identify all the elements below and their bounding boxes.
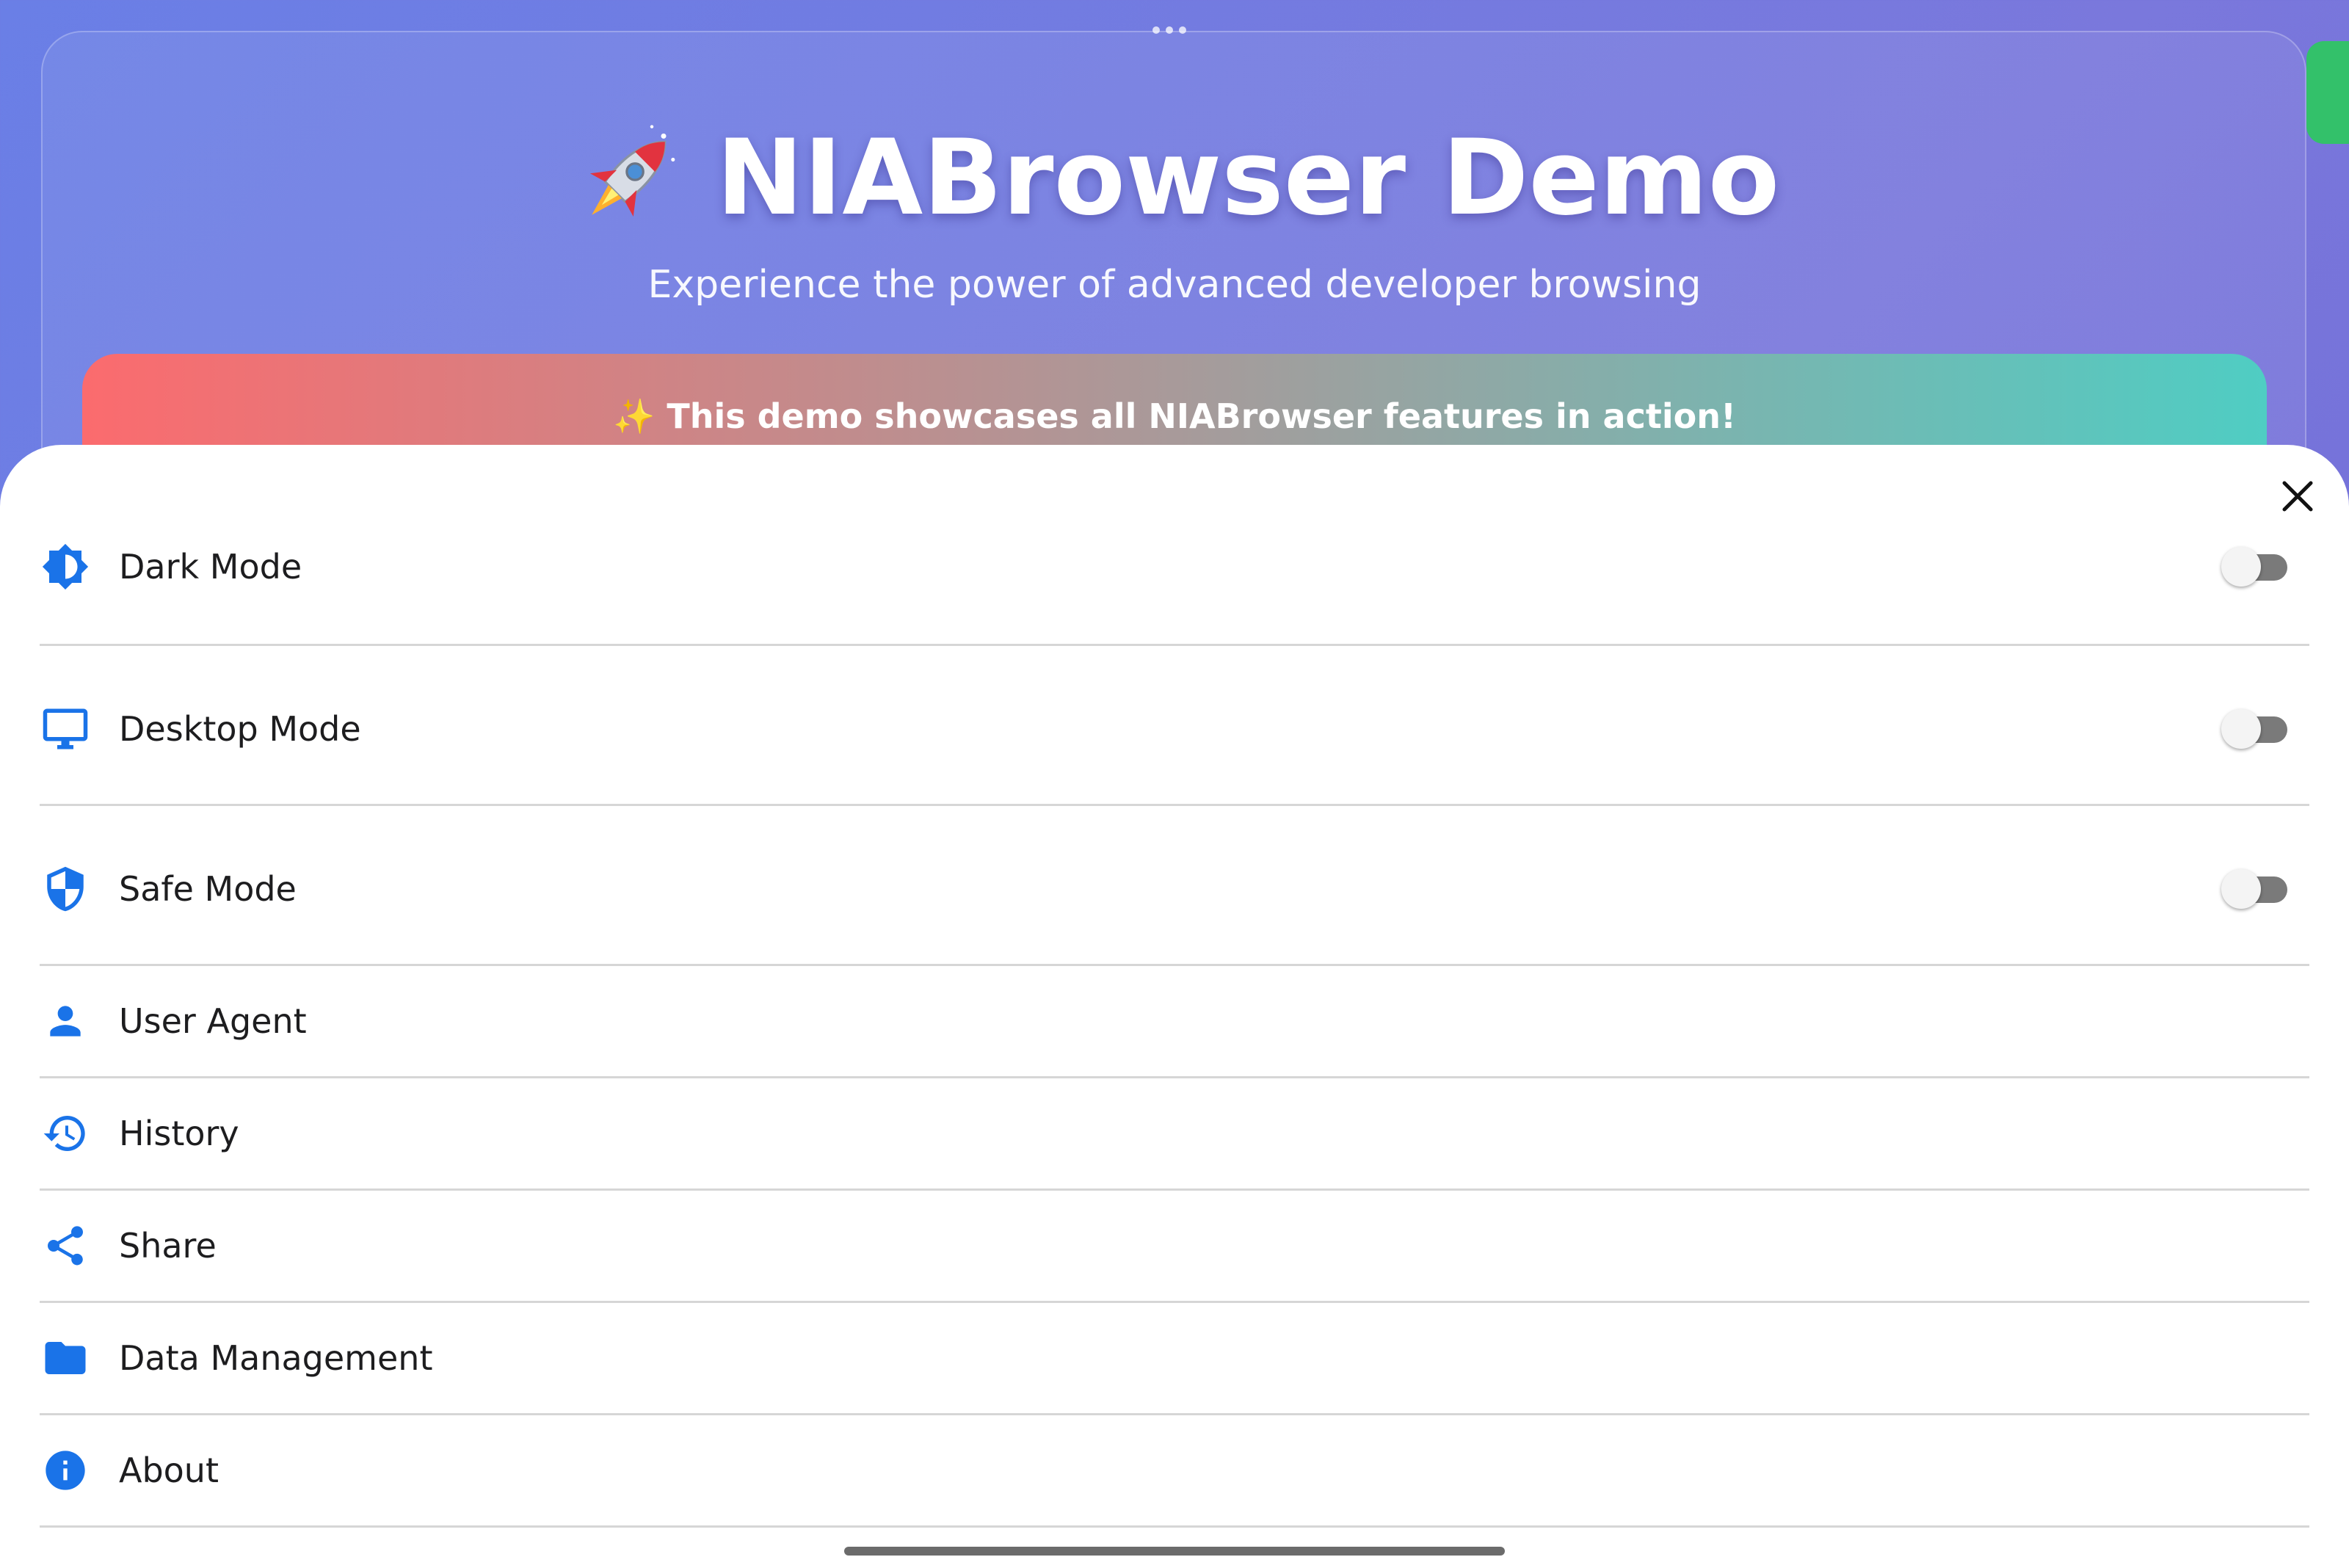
menu-item-user-agent[interactable]: User Agent bbox=[40, 966, 2309, 1078]
menu-item-desktop-mode[interactable]: Desktop Mode bbox=[40, 646, 2309, 806]
settings-menu: Dark Mode Desktop Mode Safe Mode User Ag… bbox=[40, 445, 2309, 1528]
toggle-knob bbox=[2221, 708, 2261, 749]
menu-item-label: History bbox=[119, 1114, 239, 1153]
menu-item-history[interactable]: History bbox=[40, 1078, 2309, 1191]
menu-item-label: Safe Mode bbox=[119, 868, 297, 909]
menu-item-safe-mode[interactable]: Safe Mode bbox=[40, 806, 2309, 966]
menu-item-about[interactable]: About bbox=[40, 1415, 2309, 1528]
menu-item-label: Data Management bbox=[119, 1338, 433, 1378]
brightness-icon bbox=[40, 541, 91, 592]
settings-sheet: Dark Mode Desktop Mode Safe Mode User Ag… bbox=[0, 445, 2349, 1568]
menu-item-label: Share bbox=[119, 1226, 217, 1266]
banner-text: ✨ This demo showcases all NIABrowser fea… bbox=[613, 396, 1736, 436]
share-icon bbox=[40, 1220, 91, 1271]
toggle-knob bbox=[2221, 546, 2261, 587]
page-subtitle: Experience the power of advanced develop… bbox=[647, 263, 1702, 307]
hero-header: NIABrowser Demo bbox=[0, 117, 2349, 239]
toggle-knob bbox=[2221, 868, 2261, 909]
home-indicator[interactable] bbox=[844, 1547, 1505, 1556]
menu-item-label: User Agent bbox=[119, 1001, 307, 1041]
menu-item-data-management[interactable]: Data Management bbox=[40, 1303, 2309, 1415]
rocket-icon bbox=[589, 124, 675, 217]
safe-mode-toggle[interactable] bbox=[2221, 868, 2287, 909]
info-icon bbox=[40, 1445, 91, 1496]
history-icon bbox=[40, 1108, 91, 1159]
person-icon bbox=[40, 995, 91, 1047]
page-title: NIABrowser Demo bbox=[716, 117, 1780, 239]
dark-mode-toggle[interactable] bbox=[2221, 546, 2287, 587]
folder-icon bbox=[40, 1332, 91, 1384]
desktop-mode-toggle[interactable] bbox=[2221, 708, 2287, 749]
menu-item-label: About bbox=[119, 1451, 219, 1490]
menu-item-dark-mode[interactable]: Dark Mode bbox=[40, 445, 2309, 646]
menu-item-share[interactable]: Share bbox=[40, 1191, 2309, 1303]
shield-icon bbox=[40, 863, 91, 915]
monitor-icon bbox=[40, 703, 91, 755]
menu-item-label: Dark Mode bbox=[119, 546, 302, 587]
menu-item-label: Desktop Mode bbox=[119, 708, 361, 749]
